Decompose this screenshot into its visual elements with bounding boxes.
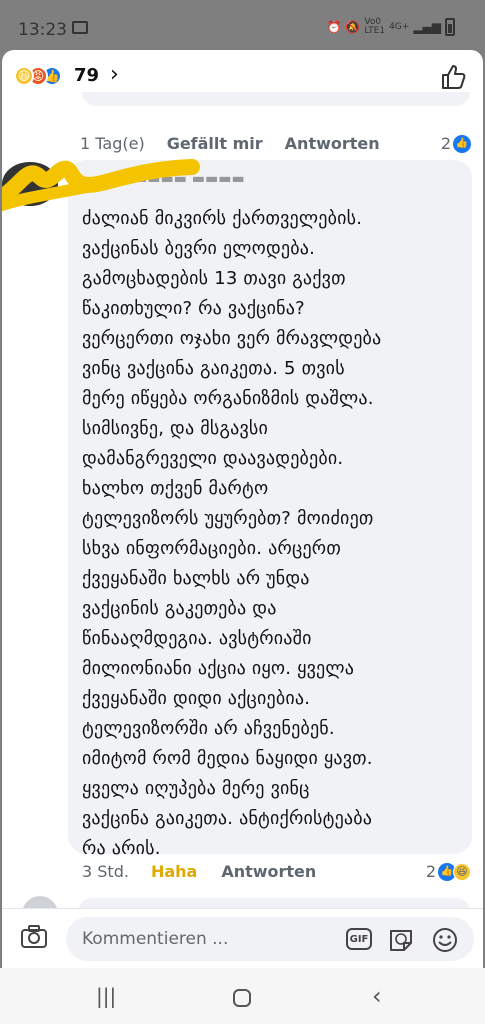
- comment-actions: 3 Std. Haha Antworten: [82, 862, 316, 881]
- comment-reaction-count[interactable]: 2 👍 😆: [426, 862, 471, 881]
- battery-icon: [445, 18, 455, 36]
- haha-reaction-icon: 😆: [453, 862, 471, 881]
- haha-reaction-icon: 😆: [14, 66, 34, 86]
- emoji-icon[interactable]: [432, 927, 458, 953]
- reaction-icons: 😆 😡 👍: [14, 66, 62, 86]
- reply-button[interactable]: Antworten: [221, 862, 316, 881]
- comment-input[interactable]: Kommentieren ... GIF: [66, 917, 474, 961]
- status-bar: 13:23 ⏰ 🔕 Vo0 LTE1 4G+ ▂▄▆: [0, 0, 485, 48]
- reaction-number: 2: [425, 862, 436, 881]
- status-time: 13:23: [18, 20, 67, 40]
- reply-button[interactable]: Antworten: [285, 134, 380, 153]
- sticker-icon[interactable]: [388, 927, 414, 953]
- network-label: Vo0 LTE1: [364, 17, 386, 36]
- mute-icon: 🔕: [345, 20, 361, 34]
- like-reaction-icon: 👍: [453, 134, 471, 153]
- home-icon[interactable]: [232, 988, 252, 1008]
- chevron-right-icon[interactable]: ›: [110, 62, 119, 87]
- redaction-scribble: [2, 159, 200, 211]
- comment-placeholder: Kommentieren ...: [82, 929, 229, 949]
- previous-reaction-count[interactable]: 2 👍: [441, 134, 471, 153]
- alarm-icon: ⏰: [326, 20, 342, 34]
- system-nav-bar: ||| ‹: [0, 968, 485, 1024]
- reaction-number: 2: [440, 134, 451, 153]
- signal-label: 4G+: [389, 22, 410, 32]
- gif-icon[interactable]: GIF: [346, 928, 372, 950]
- comment-composer: Kommentieren ... GIF: [2, 908, 483, 968]
- comment-time: 3 Std.: [82, 862, 129, 881]
- reaction-count[interactable]: 79: [74, 65, 99, 86]
- recent-apps-icon[interactable]: |||: [96, 984, 116, 1008]
- comment-text: ძალიან მიკვირს ქართველების. ვაქცინას ბევ…: [82, 208, 382, 859]
- haha-reaction-button[interactable]: Haha: [151, 862, 197, 881]
- signal-icon: ▂▄▆: [413, 20, 441, 34]
- comment-bubble: ▬▬▬▬ ▬▬▬▬ ძალიან მიკვირს ქართველების. ვა…: [68, 160, 472, 859]
- like-outline-icon[interactable]: [439, 62, 469, 92]
- image-notification-icon: [72, 21, 88, 34]
- status-indicators: ⏰ 🔕 Vo0 LTE1 4G+ ▂▄▆: [326, 18, 455, 36]
- camera-icon[interactable]: [20, 925, 48, 949]
- comments-sheet: 😆 😡 👍 79 › 1 Tag(e) Gefällt mir Antworte…: [2, 50, 483, 968]
- previous-comment-bubble: [82, 92, 470, 106]
- back-icon[interactable]: ‹: [372, 982, 382, 1010]
